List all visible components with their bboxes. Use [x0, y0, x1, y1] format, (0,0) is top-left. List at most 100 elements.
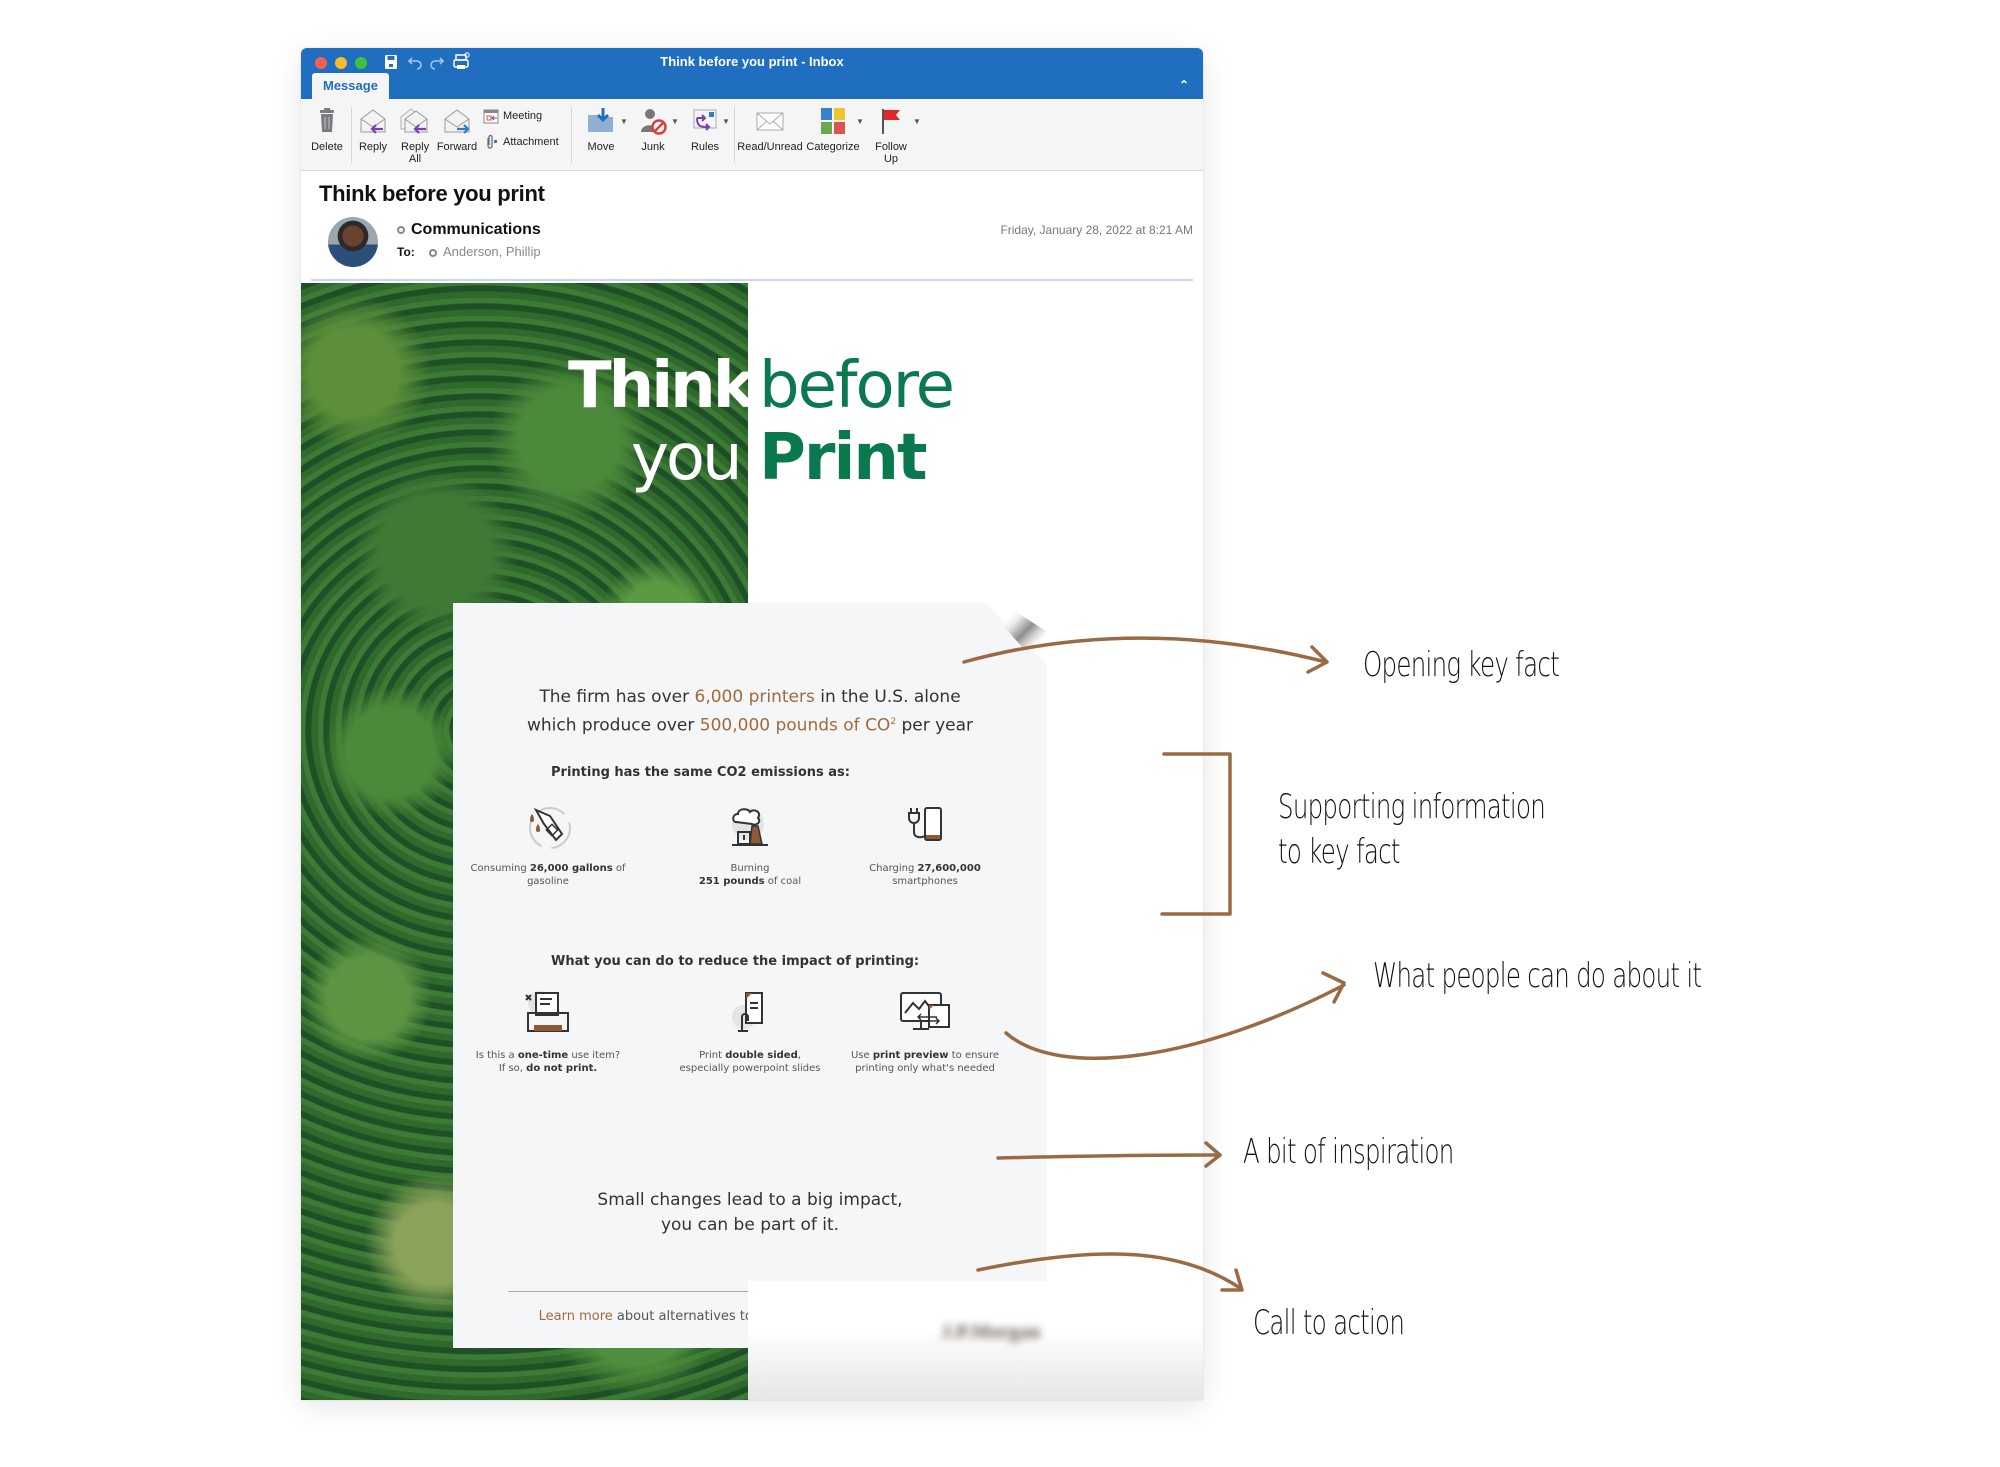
arrowhead-cta	[1220, 1268, 1244, 1292]
read-unread-label: Read/Unread	[737, 141, 803, 153]
phone-charger-icon	[897, 800, 953, 856]
reply-all-icon	[399, 105, 431, 137]
emission-value: 27,600,000	[917, 863, 981, 874]
sender-name[interactable]: Communications	[397, 221, 541, 239]
follow-up-button[interactable]: Follow Up	[871, 105, 911, 165]
emissions-title: Printing has the same CO2 emissions as:	[551, 765, 850, 780]
action-text: printing only what's needed	[855, 1063, 995, 1074]
emission-value: 251 pounds	[698, 876, 765, 887]
junk-icon	[637, 105, 669, 137]
junk-dropdown-caret[interactable]: ▼	[671, 117, 679, 126]
move-button[interactable]: Move	[581, 105, 621, 153]
hero-think: Think	[568, 349, 755, 423]
gas-pump-icon	[520, 800, 576, 856]
reply-all-label: Reply All	[401, 141, 430, 165]
action-emphasis: do not print.	[526, 1063, 598, 1074]
inspiration-line: you can be part of it.	[660, 1215, 840, 1235]
emission-item: Charging 27,600,000 smartphones	[840, 800, 1010, 888]
emission-text: Charging	[869, 863, 918, 874]
forward-icon	[441, 105, 473, 137]
page-curl	[983, 603, 1047, 675]
mail-window: Think before you print - Inbox Message ⌃…	[301, 48, 1203, 1400]
rules-dropdown-caret[interactable]: ▼	[722, 117, 730, 126]
action-text: use item?	[568, 1050, 621, 1061]
action-item: Is this a one-time use item? If so, do n…	[463, 987, 633, 1075]
categorize-label: Categorize	[806, 141, 860, 153]
inspiration-text: Small changes lead to a big impact, you …	[453, 1188, 1047, 1238]
junk-button[interactable]: Junk	[633, 105, 673, 153]
move-label: Move	[587, 141, 615, 153]
forward-label: Forward	[436, 141, 478, 153]
move-folder-icon	[585, 105, 617, 137]
annotation-what-people: What people can do about it	[1373, 956, 1702, 996]
presence-icon	[429, 248, 437, 257]
forward-button[interactable]: Forward	[435, 105, 479, 153]
action-item: Print double sided, especially powerpoin…	[665, 987, 835, 1075]
emission-item: Consuming 26,000 gallons of gasoline	[463, 800, 633, 888]
rules-button[interactable]: Rules	[685, 105, 725, 153]
reply-icon	[357, 105, 389, 137]
presence-icon	[397, 225, 405, 234]
annotation-inspiration: A bit of inspiration	[1243, 1132, 1454, 1172]
action-text: Print	[699, 1050, 726, 1061]
action-item: Use print preview to ensure printing onl…	[840, 987, 1010, 1075]
emission-text: of coal	[764, 876, 802, 887]
categorize-button[interactable]: Categorize	[805, 105, 861, 153]
arrowhead-inspiration	[1204, 1141, 1222, 1168]
arrowhead-what-people	[1321, 971, 1346, 1004]
hero-before: before	[759, 349, 955, 423]
reply-button[interactable]: Reply	[353, 105, 393, 153]
calendar-icon	[483, 109, 499, 124]
print-preview-icon	[897, 987, 953, 1043]
ribbon-separator	[351, 107, 352, 163]
sender-label: Communications	[411, 221, 541, 238]
move-dropdown-caret[interactable]: ▼	[620, 117, 628, 126]
title-bar: Think before you print - Inbox Message ⌃	[301, 48, 1203, 99]
follow-up-label: Follow Up	[875, 141, 907, 165]
hero-you: you	[631, 421, 743, 495]
delete-button[interactable]: Delete	[309, 105, 345, 153]
message-date: Friday, January 28, 2022 at 8:21 AM	[1000, 223, 1193, 237]
meeting-button[interactable]: Meeting	[483, 108, 542, 124]
rules-label: Rules	[690, 141, 720, 153]
tab-message[interactable]: Message	[312, 73, 389, 99]
coal-plant-icon	[722, 800, 778, 856]
action-text: to ensure	[948, 1050, 1000, 1061]
company-logo: J.P.Morgan	[941, 1321, 1041, 1343]
key-fact: The firm has over 6,000 printers in the …	[453, 685, 1047, 739]
sender-avatar[interactable]	[328, 217, 378, 267]
junk-label: Junk	[641, 141, 665, 153]
action-text: Use	[850, 1050, 873, 1061]
annotation-supporting-1: Supporting information	[1278, 787, 1546, 827]
key-fact-highlight: 6,000 printers	[694, 687, 815, 707]
key-fact-text: per year	[896, 715, 974, 736]
categorize-icon	[817, 105, 849, 137]
ribbon-separator	[571, 107, 572, 163]
printer-cancel-icon	[520, 987, 576, 1043]
paperclip-icon	[487, 134, 497, 149]
emission-text: smartphones	[892, 876, 958, 887]
actions-title: What you can do to reduce the impact of …	[551, 954, 920, 969]
annotation-supporting-2: to key fact	[1278, 832, 1400, 872]
infographic-card: The firm has over 6,000 printers in the …	[453, 603, 1047, 1348]
trash-icon	[311, 105, 343, 137]
emission-text: Burning	[730, 863, 770, 874]
categorize-dropdown-caret[interactable]: ▼	[856, 117, 864, 126]
learn-more-link[interactable]: Learn more	[539, 1309, 613, 1324]
action-text: especially powerpoint slides	[679, 1063, 821, 1074]
double-sided-icon	[722, 987, 778, 1043]
reply-all-button[interactable]: Reply All	[399, 105, 431, 165]
chevron-up-icon[interactable]: ⌃	[1179, 78, 1189, 92]
rules-icon	[689, 105, 721, 137]
action-emphasis: print preview	[872, 1050, 949, 1061]
attachment-button[interactable]: Attachment	[483, 134, 559, 150]
follow-up-dropdown-caret[interactable]: ▼	[913, 117, 921, 126]
recipient[interactable]: Anderson, Phillip	[429, 244, 541, 259]
window-title: Think before you print - Inbox	[660, 54, 844, 69]
attachment-label: Attachment	[503, 136, 559, 148]
meeting-label: Meeting	[503, 110, 543, 122]
ribbon-separator	[734, 107, 735, 163]
to-label: To:	[397, 245, 415, 259]
envelope-icon	[754, 105, 786, 137]
read-unread-button[interactable]: Read/Unread	[737, 105, 803, 153]
